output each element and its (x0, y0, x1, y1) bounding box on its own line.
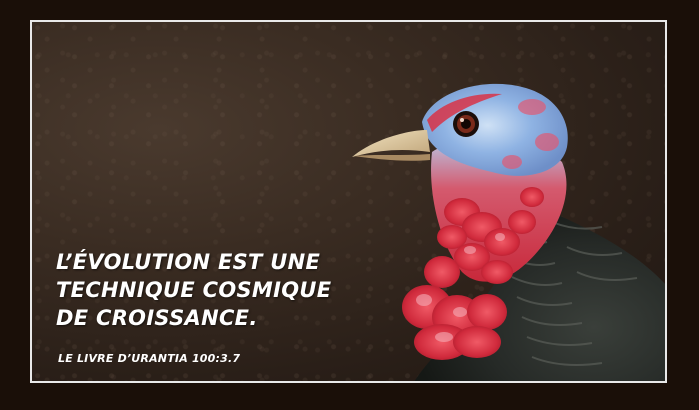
quote-line-3: DE CROISSANCE. (56, 306, 258, 330)
photo-frame: L’ÉVOLUTION EST UNE TECHNIQUE COSMIQUE D… (30, 20, 667, 383)
quote-text: L’ÉVOLUTION EST UNE TECHNIQUE COSMIQUE D… (56, 248, 331, 332)
quote-line-2: TECHNIQUE COSMIQUE (56, 278, 332, 302)
quote-poster: L’ÉVOLUTION EST UNE TECHNIQUE COSMIQUE D… (0, 0, 699, 410)
quote-line-1: L’ÉVOLUTION EST UNE (56, 250, 321, 274)
quote-source: LE LIVRE D’URANTIA 100:3.7 (58, 352, 241, 365)
